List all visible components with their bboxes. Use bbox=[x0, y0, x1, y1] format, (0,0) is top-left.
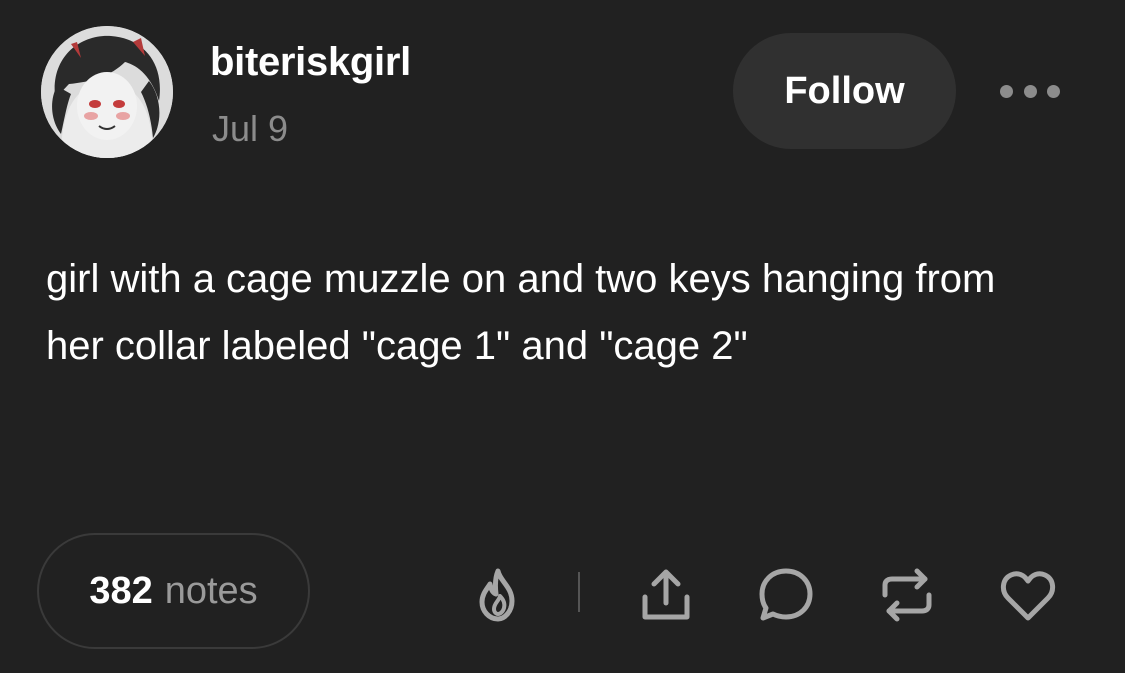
notes-count: 382 bbox=[89, 569, 153, 612]
more-dots-icon bbox=[1047, 84, 1060, 98]
post-body: girl with a cage muzzle on and two keys … bbox=[46, 257, 996, 368]
action-divider bbox=[578, 572, 580, 612]
notes-button[interactable]: 382 notes bbox=[37, 533, 310, 649]
post-date[interactable]: Jul 9 bbox=[212, 108, 288, 150]
like-button[interactable] bbox=[995, 562, 1061, 628]
username[interactable]: biteriskgirl bbox=[210, 40, 411, 85]
follow-button[interactable]: Follow bbox=[733, 33, 956, 149]
avatar[interactable] bbox=[41, 26, 173, 158]
reblog-icon bbox=[882, 568, 932, 622]
more-dots-icon bbox=[1000, 84, 1013, 98]
speech-bubble-icon bbox=[759, 568, 813, 621]
share-icon bbox=[642, 569, 690, 620]
share-button[interactable] bbox=[633, 562, 699, 628]
flame-icon bbox=[479, 568, 515, 622]
heart-icon bbox=[1001, 571, 1055, 621]
blaze-button[interactable] bbox=[465, 562, 531, 628]
more-options-button[interactable] bbox=[1000, 78, 1060, 104]
avatar-image bbox=[41, 26, 173, 158]
notes-label: notes bbox=[164, 569, 258, 612]
more-dots-icon bbox=[1023, 84, 1037, 98]
reply-button[interactable] bbox=[753, 562, 819, 628]
reblog-button[interactable] bbox=[874, 562, 940, 628]
